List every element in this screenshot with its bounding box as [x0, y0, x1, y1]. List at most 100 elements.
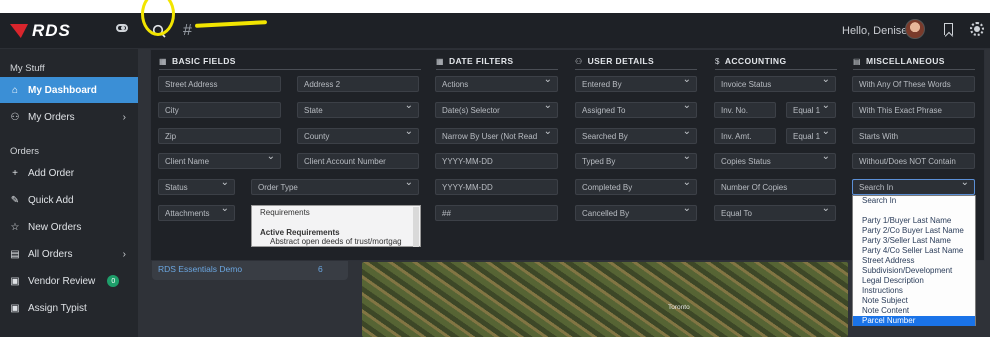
attachments-select[interactable]: Attachments [158, 203, 235, 221]
dollar-icon: $ [715, 56, 720, 66]
city-input[interactable]: City [158, 102, 281, 118]
toggle-icon[interactable] [116, 24, 128, 32]
sidebar-item-label: Assign Typist [28, 302, 87, 314]
entered-by-select[interactable]: Entered By [575, 74, 697, 92]
sidebar-item-new-orders[interactable]: ☆ New Orders [0, 214, 138, 240]
equal-to-select[interactable]: Equal To [714, 203, 836, 221]
zip-input[interactable]: Zip [158, 128, 281, 144]
list-item[interactable]: Subdivision/Development [853, 266, 975, 276]
list-item[interactable]: Note Subject [853, 296, 975, 306]
inv-no-input[interactable]: Inv. No. [714, 102, 776, 118]
chevron-right-icon: › [122, 111, 126, 123]
actions-select[interactable]: Actions [435, 74, 558, 92]
section-my-stuff: My Stuff [10, 63, 45, 74]
rds-logo[interactable]: RDS [10, 21, 71, 41]
count-badge: 0 [107, 275, 120, 287]
list-item-selected[interactable]: Parcel Number [853, 316, 975, 326]
search-button[interactable] [147, 19, 171, 43]
top-strip [0, 0, 990, 13]
dashboard-icon: ⌂ [11, 84, 19, 96]
divider [853, 69, 975, 70]
list-item[interactable]: Abstract open deeds of trust/mortgag [270, 237, 402, 246]
street-address-input[interactable]: Street Address [158, 76, 281, 92]
address-2-input[interactable]: Address 2 [297, 76, 419, 92]
narrow-by-user-select[interactable]: Narrow By User (Not Read [435, 126, 558, 144]
exact-phrase-input[interactable]: With This Exact Phrase [852, 102, 975, 118]
sidebar-item-all-orders[interactable]: ▤ All Orders › [0, 241, 138, 267]
map-city-label: Toronto [668, 304, 690, 311]
divider [575, 69, 697, 70]
sidebar-item-my-dashboard[interactable]: ⌂ My Dashboard [0, 77, 138, 103]
state-select[interactable]: State [297, 100, 419, 118]
sidebar-item-label: Quick Add [28, 194, 74, 206]
order-type-select[interactable]: Order Type [251, 177, 419, 195]
document-icon: ▣ [10, 275, 20, 287]
accounting-header: $ ACCOUNTING [715, 56, 787, 66]
scrollbar[interactable] [413, 207, 419, 247]
logo-mark-icon [10, 24, 28, 38]
list-item[interactable]: Instructions [853, 286, 975, 296]
list-icon: ▤ [10, 248, 20, 260]
copies-status-select[interactable]: Copies Status [714, 151, 836, 169]
star-icon: ☆ [10, 221, 20, 233]
typed-by-select[interactable]: Typed By [575, 151, 697, 169]
list-item[interactable]: Active Requirements [260, 228, 340, 237]
number-of-copies-input[interactable]: Number Of Copies [714, 179, 836, 195]
client-account-number-input[interactable]: Client Account Number [297, 153, 419, 169]
list-item[interactable] [853, 206, 975, 216]
list-item[interactable]: Note Content [853, 306, 975, 316]
county-select[interactable]: County [297, 126, 419, 144]
invoice-status-select[interactable]: Invoice Status [714, 74, 836, 92]
list-item[interactable]: Search In [853, 196, 975, 206]
list-item[interactable]: Party 4/Co Seller Last Name [853, 246, 975, 256]
number-input[interactable]: ## [435, 205, 558, 221]
inv-amt-input[interactable]: Inv. Amt. [714, 128, 776, 144]
list-item[interactable]: Street Address [853, 256, 975, 266]
chevron-right-icon: › [122, 248, 126, 260]
sidebar-item-my-orders[interactable]: ⚇ My Orders › [0, 104, 138, 130]
divider [715, 69, 837, 70]
list-item[interactable]: Party 3/Seller Last Name [853, 236, 975, 246]
avatar[interactable] [905, 19, 925, 39]
order-type-dropdown-list[interactable]: Requirements Active Requirements Abstrac… [251, 205, 421, 247]
search-in-select[interactable]: Search In [852, 177, 975, 195]
sidebar-item-quick-add[interactable]: ✎ Quick Add [0, 187, 138, 213]
logo-text: RDS [32, 21, 71, 40]
pencil-icon: ✎ [10, 194, 20, 206]
search-icon [152, 24, 166, 38]
starts-with-input[interactable]: Starts With [852, 128, 975, 144]
greeting: Hello, Denise [842, 25, 908, 37]
sidebar-item-label: Add Order [28, 167, 75, 179]
date-from-input[interactable]: YYYY-MM-DD [435, 153, 558, 169]
date-filters-header: ▦ DATE FILTERS [436, 56, 514, 66]
assigned-to-select[interactable]: Assigned To [575, 100, 697, 118]
any-words-input[interactable]: With Any Of These Words [852, 76, 975, 92]
client-name-select[interactable]: Client Name [158, 151, 281, 169]
without-input[interactable]: Without/Does NOT Contain [852, 153, 975, 169]
bg-card-link[interactable]: RDS Essentials Demo [158, 264, 242, 274]
search-in-dropdown-list[interactable]: Search In Party 1/Buyer Last Name Party … [852, 195, 976, 326]
bookmark-icon[interactable] [944, 23, 953, 35]
list-item[interactable]: Requirements [260, 208, 310, 217]
list-item[interactable]: Party 2/Co Buyer Last Name [853, 226, 975, 236]
searched-by-select[interactable]: Searched By [575, 126, 697, 144]
list-item[interactable]: Party 1/Buyer Last Name [853, 216, 975, 226]
sidebar-item-label: My Dashboard [28, 84, 97, 96]
inv-no-operator-select[interactable]: Equal 1 [786, 100, 836, 118]
plus-icon: + [12, 167, 18, 179]
document-icon: ▣ [10, 302, 20, 314]
cancelled-by-select[interactable]: Cancelled By [575, 203, 697, 221]
date-selector-select[interactable]: Date(s) Selector [435, 100, 558, 118]
sidebar-item-add-order[interactable]: + Add Order [0, 160, 138, 186]
date-to-input[interactable]: YYYY-MM-DD [435, 179, 558, 195]
hash-search-field[interactable]: # [183, 22, 192, 40]
completed-by-select[interactable]: Completed By [575, 177, 697, 195]
user-details-header: ⚇ USER DETAILS [575, 56, 655, 66]
status-select[interactable]: Status [158, 177, 235, 195]
inv-amt-operator-select[interactable]: Equal 1 [786, 126, 836, 144]
sidebar: My Stuff ⌂ My Dashboard ⚇ My Orders › Or… [0, 49, 138, 337]
sun-icon[interactable] [970, 22, 984, 36]
sidebar-item-vendor-review[interactable]: ▣ Vendor Review 0 [0, 268, 138, 294]
list-item[interactable]: Legal Description [853, 276, 975, 286]
sidebar-item-assign-typist[interactable]: ▣ Assign Typist [0, 295, 138, 321]
